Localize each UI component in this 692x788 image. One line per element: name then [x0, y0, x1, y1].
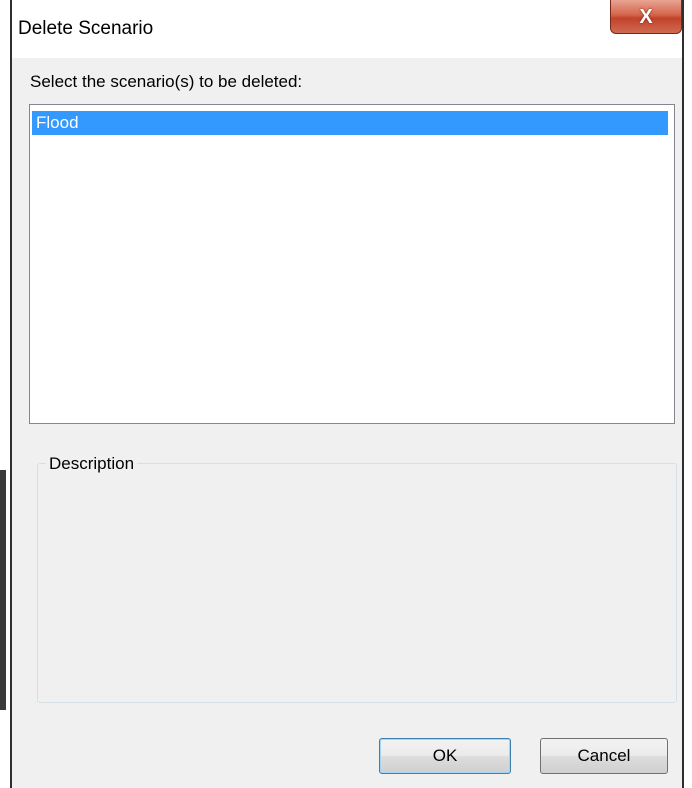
- list-item-flood[interactable]: Flood: [32, 111, 668, 135]
- close-icon: X: [639, 5, 653, 28]
- close-button[interactable]: X: [610, 0, 682, 34]
- description-legend: Description: [46, 454, 138, 474]
- ok-button[interactable]: OK: [379, 738, 511, 774]
- description-groupbox: [37, 463, 677, 703]
- window-frame: Delete Scenario X Select the scenario(s)…: [10, 0, 684, 788]
- select-scenarios-label: Select the scenario(s) to be deleted:: [30, 72, 303, 91]
- cancel-button[interactable]: Cancel: [540, 738, 668, 774]
- title-bar[interactable]: Delete Scenario X: [12, 0, 682, 58]
- background-window-edge: [0, 470, 6, 710]
- window-title: Delete Scenario: [18, 18, 154, 39]
- scenario-listbox[interactable]: Flood: [29, 104, 675, 424]
- delete-scenario-dialog: Delete Scenario X Select the scenario(s)…: [0, 0, 692, 788]
